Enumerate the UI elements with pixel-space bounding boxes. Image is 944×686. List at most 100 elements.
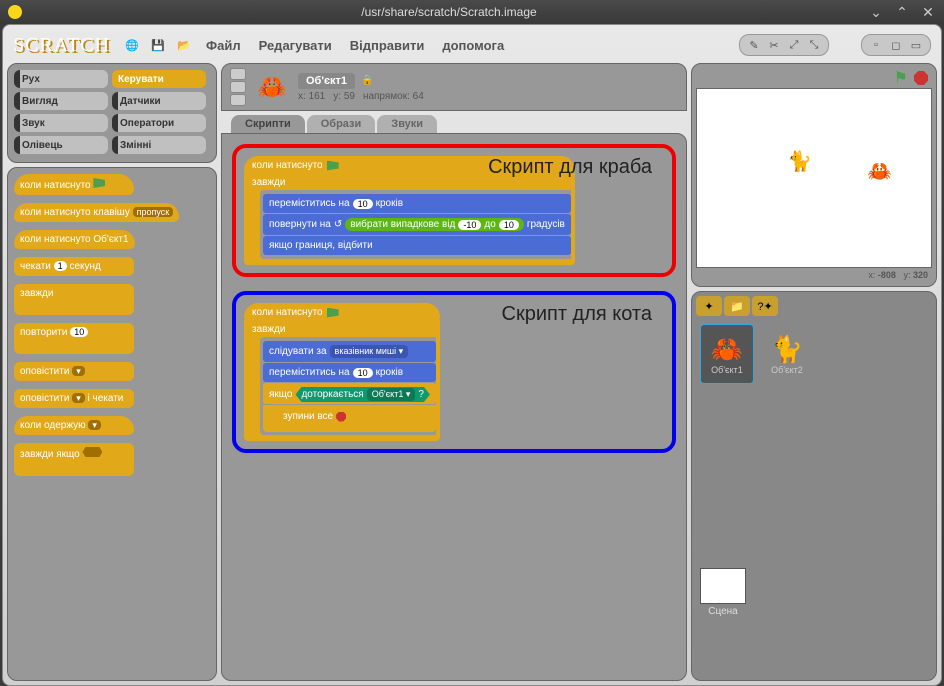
block-hat-flag[interactable]: коли натиснуто [244,303,440,320]
block-broadcast-wait[interactable]: оповістити ▾ і чекати [14,389,134,408]
block-random[interactable]: вибрати випадкове від -10 до 10 [345,218,524,231]
rotate-ccw-icon: ↺ [334,219,342,230]
menu-edit[interactable]: Редагувати [259,38,332,53]
surprise-sprite-button[interactable]: ?✦ [752,296,778,316]
block-when-key[interactable]: коли натиснуто клавішу пропуск [14,203,179,222]
import-sprite-button[interactable]: 📁 [724,296,750,316]
stage-canvas[interactable] [696,88,932,268]
rotate-flip-button[interactable] [230,81,246,93]
block-move[interactable]: переміститись на 10 кроків [263,363,436,382]
block-move[interactable]: переміститись на 10 кроків [263,194,571,213]
window-close-icon[interactable]: ✕ [920,4,936,20]
block-if[interactable]: якщо доторкається Об'єкт1 ▾ ? [263,383,436,404]
category-operators[interactable]: Оператори [112,114,206,132]
category-panel: Рух Керувати Вигляд Датчики Звук Операто… [7,63,217,163]
menu-share[interactable]: Відправити [350,38,425,53]
cat-script[interactable]: коли натиснуто завжди слідувати за вказі… [244,303,440,441]
script-area[interactable]: Скрипт для краба коли натиснуто завжди п… [221,133,687,681]
flag-icon [93,178,105,188]
grow-icon[interactable]: ⤢ [786,37,802,53]
tab-sounds[interactable]: Звуки [377,115,437,133]
rotate-none-button[interactable] [230,94,246,106]
category-sound[interactable]: Звук [14,114,108,132]
globe-icon[interactable]: 🌐 [122,35,142,55]
category-variables[interactable]: Змінні [112,136,206,154]
editor-tabs: Скрипти Образи Звуки [231,115,687,133]
sprite-y: 59 [344,91,355,102]
block-point-towards[interactable]: слідувати за вказівник миші ▾ [263,341,436,362]
block-palette: коли натиснуто коли натиснуто клавішу пр… [7,167,217,681]
scratch-logo: SCRATCH [13,34,110,57]
menu-file[interactable]: Файл [206,38,241,53]
view-tools: ▫ ◻ ▭ [861,34,931,56]
app-icon [8,5,22,19]
block-when-sprite-clicked[interactable]: коли натиснуто Об'єкт1 [14,230,135,249]
block-bounce[interactable]: якщо границя, відбити [263,236,571,255]
random-low-input[interactable]: -10 [458,220,481,230]
window-minimize-icon[interactable]: ⌄ [868,4,884,20]
stage-sprite-crab[interactable] [867,159,944,184]
green-flag-button[interactable]: ⚑ [894,68,908,88]
stage-panel: ⚑ x: -808 y: 320 [691,63,937,287]
block-broadcast[interactable]: оповістити ▾ [14,362,134,381]
block-forever[interactable]: завжди слідувати за вказівник миші ▾ пер… [244,320,440,441]
touching-dropdown[interactable]: Об'єкт1 ▾ [367,388,416,401]
save-icon[interactable]: 💾 [148,35,168,55]
category-sensing[interactable]: Датчики [112,92,206,110]
sprite-header: Об'єкт1 🔒 x: 161 y: 59 напрямок: 64 [221,63,687,111]
sprite-direction: 64 [413,91,424,102]
open-icon[interactable]: 📂 [174,35,194,55]
tab-scripts[interactable]: Скрипти [231,115,305,133]
block-stop-all[interactable]: зупини все [277,407,434,426]
cut-icon[interactable]: ✂ [766,37,782,53]
stamp-icon[interactable]: ✎ [746,37,762,53]
tab-costumes[interactable]: Образи [307,115,376,133]
crab-script-label: Скрипт для краба [488,156,652,179]
shrink-icon[interactable]: ⤡ [806,37,822,53]
category-control[interactable]: Керувати [112,70,206,88]
block-forever[interactable]: завжди переміститись на 10 кроків поверн… [244,173,575,265]
move-steps-input[interactable]: 10 [353,368,373,378]
category-pen[interactable]: Олівець [14,136,108,154]
sprite-name-field[interactable]: Об'єкт1 [298,73,355,89]
stop-button[interactable] [914,71,928,85]
block-repeat[interactable]: повторити 10 [14,323,134,354]
present-icon[interactable]: ▭ [908,37,924,53]
block-turn[interactable]: повернути на ↺ вибрати випадкове від -10… [263,214,571,235]
block-touching[interactable]: доторкається Об'єкт1 ▾ ? [295,387,429,402]
category-motion[interactable]: Рух [14,70,108,88]
sprite-x: 161 [309,91,326,102]
block-forever[interactable]: завжди [14,284,134,315]
large-stage-icon[interactable]: ◻ [888,37,904,53]
small-stage-icon[interactable]: ▫ [868,37,884,53]
window-titlebar: /usr/share/scratch/Scratch.image ⌄ ⌃ ✕ [0,0,944,24]
flag-icon [327,161,339,171]
app-window: SCRATCH 🌐 💾 📂 Файл Редагувати Відправити… [2,24,942,686]
point-target-dropdown[interactable]: вказівник миші ▾ [330,345,409,358]
stage-tile[interactable]: Сцена [696,568,750,628]
stage-sprite-cat[interactable] [787,149,812,174]
sprite-tile-2[interactable]: Об'єкт2 [760,324,814,384]
flag-icon [327,308,339,318]
sprite-list-panel: ✦ 📁 ?✦ Об'єкт1 Об'єкт2 [691,291,937,681]
main-toolbar: SCRATCH 🌐 💾 📂 Файл Редагувати Відправити… [7,29,937,61]
edit-tools: ✎ ✂ ⤢ ⤡ [739,34,829,56]
move-steps-input[interactable]: 10 [353,199,373,209]
window-maximize-icon[interactable]: ⌃ [894,4,910,20]
block-when-flag[interactable]: коли натиснуто [14,174,134,195]
current-sprite-thumb [254,69,290,105]
category-looks[interactable]: Вигляд [14,92,108,110]
crab-script-group: Скрипт для краба коли натиснуто завжди п… [232,144,676,277]
lock-icon[interactable]: 🔒 [361,75,373,86]
paint-sprite-button[interactable]: ✦ [696,296,722,316]
block-forever-if[interactable]: завжди якщо [14,443,134,476]
stop-icon [336,412,346,422]
block-wait[interactable]: чекати 1 секунд [14,257,134,276]
mouse-coords: x: -808 y: 320 [696,268,932,282]
cat-script-group: Скрипт для кота коли натиснуто завжди сл… [232,291,676,453]
menu-help[interactable]: допомога [442,38,504,53]
block-when-receive[interactable]: коли одержую ▾ [14,416,134,435]
rotate-full-button[interactable] [230,68,246,80]
random-high-input[interactable]: 10 [499,220,519,230]
sprite-tile-1[interactable]: Об'єкт1 [700,324,754,384]
